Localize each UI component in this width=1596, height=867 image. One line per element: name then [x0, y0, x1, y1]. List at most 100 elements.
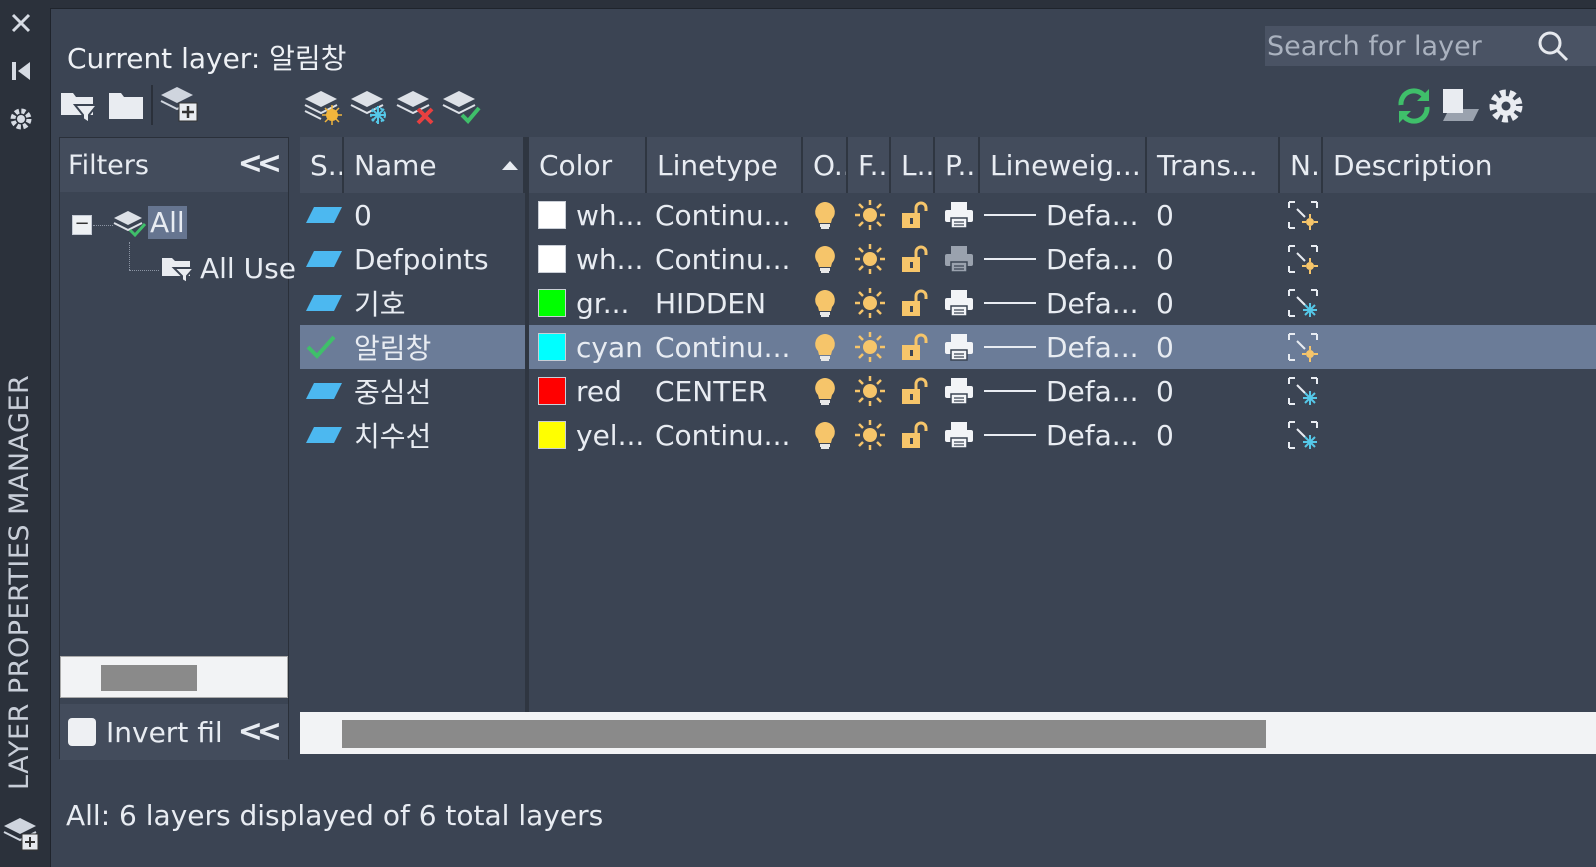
pane-splitter[interactable]	[525, 137, 529, 715]
filter-node-all-used[interactable]: All Use	[160, 250, 296, 286]
transparency[interactable]: 0	[1156, 193, 1196, 237]
new-vp-freeze-icon[interactable]	[1286, 413, 1322, 457]
layer-status-icon[interactable]	[304, 281, 344, 325]
color-name[interactable]: yel...	[576, 413, 646, 457]
col-header-on[interactable]: O..	[803, 137, 848, 193]
linetype[interactable]: Continu...	[655, 413, 800, 457]
auto-hide-icon[interactable]	[6, 56, 36, 86]
transparency[interactable]: 0	[1156, 369, 1196, 413]
col-header-transparency[interactable]: Trans...	[1147, 137, 1280, 193]
layer-status-icon[interactable]	[304, 237, 344, 281]
col-header-name[interactable]: Name	[344, 137, 525, 193]
properties-gear-icon[interactable]	[6, 104, 36, 134]
layer-name[interactable]: 중심선	[354, 369, 524, 413]
thaw-sun-icon[interactable]	[854, 281, 888, 325]
layer-on-bulb-icon[interactable]	[812, 325, 842, 369]
new-layer-icon[interactable]	[301, 83, 343, 125]
color-name[interactable]: gr...	[576, 281, 646, 325]
thaw-sun-icon[interactable]	[854, 369, 888, 413]
grid-horizontal-scrollbar[interactable]	[300, 712, 1596, 754]
layer-translate-icon[interactable]	[1439, 85, 1481, 127]
lineweight[interactable]: Defa...	[1046, 369, 1146, 413]
color-swatch[interactable]	[538, 413, 578, 457]
layer-status-icon[interactable]	[304, 369, 344, 413]
new-vp-freeze-icon[interactable]	[1286, 325, 1322, 369]
col-header-lineweight[interactable]: Lineweig...	[980, 137, 1147, 193]
layer-name[interactable]: 알림창	[354, 325, 524, 369]
new-vp-freeze-icon[interactable]	[1286, 281, 1322, 325]
layer-on-bulb-icon[interactable]	[812, 413, 842, 457]
col-header-color[interactable]: Color	[529, 137, 647, 193]
search-icon[interactable]	[1535, 28, 1571, 64]
unlock-icon[interactable]	[900, 325, 930, 369]
new-vp-freeze-icon[interactable]	[1286, 237, 1322, 281]
layer-description[interactable]	[1334, 325, 1594, 369]
collapse-filters-icon[interactable]: <<	[238, 146, 282, 181]
invert-filter-checkbox[interactable]	[68, 718, 96, 746]
unlock-icon[interactable]	[900, 237, 930, 281]
unlock-icon[interactable]	[900, 281, 930, 325]
transparency[interactable]: 0	[1156, 325, 1196, 369]
color-swatch[interactable]	[538, 193, 578, 237]
thaw-sun-icon[interactable]	[854, 413, 888, 457]
plot-printer-icon[interactable]	[943, 281, 977, 325]
layer-states-manager-icon[interactable]	[157, 83, 199, 125]
transparency[interactable]: 0	[1156, 237, 1196, 281]
layer-description[interactable]	[1334, 281, 1594, 325]
linetype[interactable]: Continu...	[655, 325, 800, 369]
current-layer-check-icon[interactable]	[304, 325, 344, 369]
col-header-status[interactable]: S..	[300, 137, 344, 193]
unlock-icon[interactable]	[900, 413, 930, 457]
color-name[interactable]: red	[576, 369, 646, 413]
search-input[interactable]	[1265, 30, 1527, 62]
lineweight[interactable]: Defa...	[1046, 413, 1146, 457]
layer-on-bulb-icon[interactable]	[812, 237, 842, 281]
filters-horizontal-scrollbar[interactable]	[60, 656, 288, 698]
col-header-freeze[interactable]: F..	[848, 137, 891, 193]
layer-on-bulb-icon[interactable]	[812, 369, 842, 413]
layer-description[interactable]	[1334, 237, 1594, 281]
col-header-plot[interactable]: P..	[935, 137, 980, 193]
new-layer-vp-frozen-icon[interactable]	[347, 83, 389, 125]
thaw-sun-icon[interactable]	[854, 325, 888, 369]
refresh-icon[interactable]	[1393, 85, 1435, 127]
lineweight[interactable]: Defa...	[1046, 281, 1146, 325]
new-group-filter-icon[interactable]	[105, 83, 147, 125]
scroll-thumb[interactable]	[101, 665, 197, 691]
layer-description[interactable]	[1334, 413, 1594, 457]
new-vp-freeze-icon[interactable]	[1286, 369, 1322, 413]
layer-name[interactable]: Defpoints	[354, 237, 524, 281]
color-swatch[interactable]	[538, 369, 578, 413]
color-name[interactable]: wh...	[576, 193, 646, 237]
new-vp-freeze-icon[interactable]	[1286, 193, 1322, 237]
layer-name[interactable]: 기호	[354, 281, 524, 325]
color-swatch[interactable]	[538, 281, 578, 325]
layer-row[interactable]: 기호 gr... HIDDEN Defa... 0	[300, 281, 1596, 325]
unlock-icon[interactable]	[900, 193, 930, 237]
color-name[interactable]: cyan	[576, 325, 646, 369]
col-header-lock[interactable]: L..	[891, 137, 935, 193]
color-name[interactable]: wh...	[576, 237, 646, 281]
color-swatch[interactable]	[538, 237, 578, 281]
layer-states-icon[interactable]	[0, 806, 42, 854]
plot-printer-icon[interactable]	[943, 413, 977, 457]
settings-gear-icon[interactable]	[1485, 85, 1527, 127]
transparency[interactable]: 0	[1156, 413, 1196, 457]
plot-printer-icon[interactable]	[943, 193, 977, 237]
layer-row[interactable]: Defpoints wh... Continu... Defa... 0	[300, 237, 1596, 281]
close-icon[interactable]	[6, 8, 36, 38]
no-plot-printer-icon[interactable]	[943, 237, 977, 281]
layer-row[interactable]: 중심선 red CENTER Defa... 0	[300, 369, 1596, 413]
linetype[interactable]: CENTER	[655, 369, 800, 413]
layer-row[interactable]: 알림창 cyan Continu... Defa... 0	[300, 325, 1596, 369]
lineweight[interactable]: Defa...	[1046, 193, 1146, 237]
tree-expander[interactable]: −	[72, 215, 92, 235]
linetype[interactable]: Continu...	[655, 237, 800, 281]
lineweight[interactable]: Defa...	[1046, 237, 1146, 281]
linetype[interactable]: Continu...	[655, 193, 800, 237]
new-property-filter-icon[interactable]	[57, 83, 100, 125]
lineweight[interactable]: Defa...	[1046, 325, 1146, 369]
layer-row[interactable]: 0 wh... Continu... Defa... 0	[300, 193, 1596, 237]
layer-row[interactable]: 치수선 yel... Continu... Defa... 0	[300, 413, 1596, 457]
thaw-sun-icon[interactable]	[854, 237, 888, 281]
